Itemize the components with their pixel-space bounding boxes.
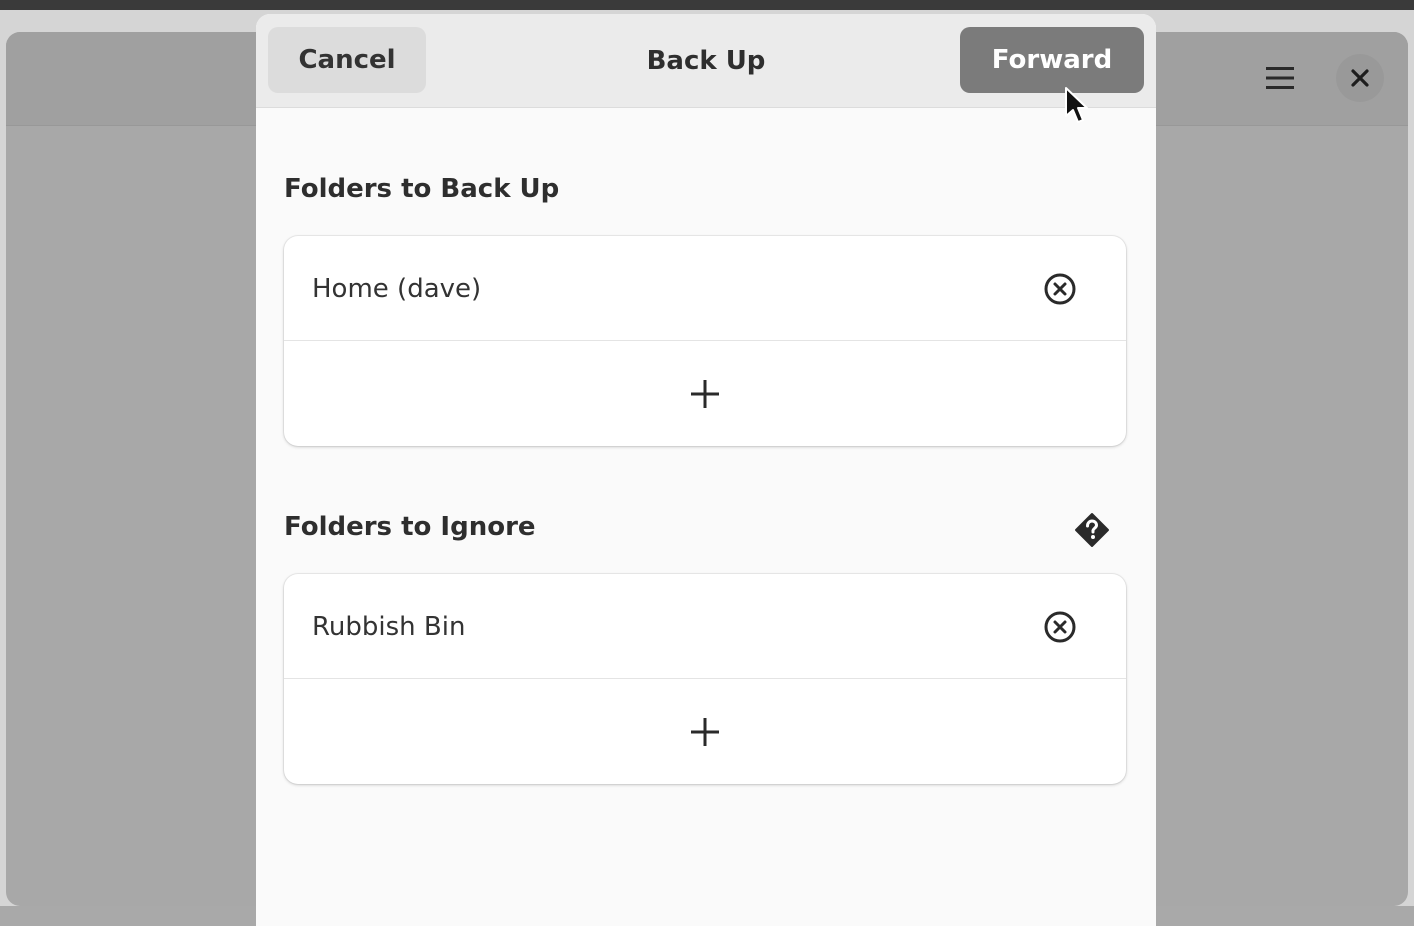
remove-circle-icon bbox=[1044, 273, 1076, 305]
help-diamond-icon bbox=[1075, 513, 1109, 547]
help-button[interactable] bbox=[1074, 512, 1110, 548]
folders-to-back-up-list: Home (dave) bbox=[284, 236, 1126, 446]
section-title-folders-to-ignore: Folders to Ignore bbox=[284, 512, 536, 542]
folder-label: Home (dave) bbox=[312, 273, 482, 304]
main-menu-button[interactable] bbox=[1256, 54, 1304, 102]
folders-to-ignore-list: Rubbish Bin bbox=[284, 574, 1126, 784]
add-folder-row bbox=[284, 679, 1126, 784]
folder-label: Rubbish Bin bbox=[312, 611, 466, 642]
list-item: Home (dave) bbox=[284, 236, 1126, 341]
list-item: Rubbish Bin bbox=[284, 574, 1126, 679]
hamburger-menu-icon bbox=[1266, 67, 1294, 89]
plus-icon bbox=[691, 717, 719, 746]
add-folder-row bbox=[284, 341, 1126, 446]
close-icon bbox=[1351, 69, 1369, 87]
remove-folder-button[interactable] bbox=[1042, 609, 1078, 645]
mouse-pointer-icon bbox=[1065, 87, 1088, 123]
window-close-button[interactable] bbox=[1336, 54, 1384, 102]
add-folder-button[interactable] bbox=[284, 341, 1126, 446]
forward-button[interactable]: Forward bbox=[960, 27, 1144, 93]
dialog-header-bar: Cancel Back Up Forward bbox=[256, 14, 1156, 123]
add-folder-button[interactable] bbox=[284, 679, 1126, 784]
top-bar-strip bbox=[0, 0, 1414, 10]
remove-circle-icon bbox=[1044, 611, 1076, 643]
back-up-dialog: Cancel Back Up Forward Folders to Back U… bbox=[256, 14, 1156, 926]
remove-folder-button[interactable] bbox=[1042, 271, 1078, 307]
section-title-folders-to-back-up: Folders to Back Up bbox=[284, 174, 560, 204]
plus-icon bbox=[691, 379, 719, 408]
cancel-button[interactable]: Cancel bbox=[268, 27, 426, 93]
